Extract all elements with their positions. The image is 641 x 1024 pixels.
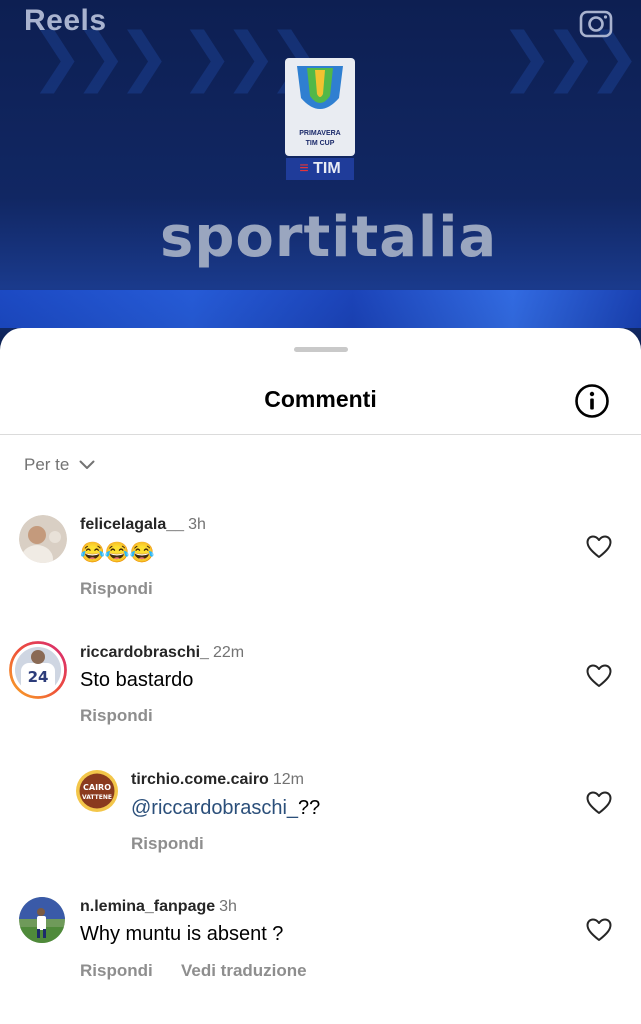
comment-text: @riccardobraschi_??	[131, 797, 320, 820]
comment-header: riccardobraschi_ 22m	[80, 644, 244, 662]
sheet-grabber[interactable]	[294, 347, 348, 352]
heart-icon[interactable]	[586, 791, 612, 815]
sort-dropdown[interactable]: Per te	[24, 453, 95, 477]
comment-time: 3h	[219, 898, 237, 915]
tim-stripes-icon: ≡	[299, 160, 309, 177]
heart-icon[interactable]	[586, 535, 612, 559]
comment-text: Why muntu is absent ?	[80, 923, 284, 945]
comment-time: 12m	[272, 771, 304, 788]
cup-label-timcup: TIM CUP	[305, 140, 335, 147]
avatar[interactable]: 24	[9, 641, 67, 699]
comment-time: 3h	[188, 516, 206, 533]
header-divider	[0, 434, 641, 435]
reply-button[interactable]: Rispondi	[80, 961, 153, 981]
comment-username[interactable]: riccardobraschi_	[80, 644, 209, 661]
sportitalia-logo: sportitalia	[160, 205, 498, 270]
avatar[interactable]	[19, 515, 67, 563]
comment-header: felicelagala__ 3h	[80, 516, 206, 534]
comment-username[interactable]: tirchio.come.cairo	[131, 771, 269, 788]
comment-username[interactable]: n.lemina_fanpage	[80, 898, 215, 915]
tim-logo: ≡ TIM	[286, 158, 354, 180]
avatar-text-cairo: CAIRO	[83, 783, 111, 792]
video-stripe	[0, 290, 641, 328]
heart-icon[interactable]	[586, 664, 612, 688]
info-icon[interactable]	[574, 383, 610, 419]
reply-button[interactable]: Rispondi	[131, 834, 204, 854]
comment-header: tirchio.come.cairo 12m	[131, 771, 304, 789]
cup-label-primavera: PRIMAVERA	[299, 130, 341, 137]
avatar-jersey-number: 24	[28, 668, 49, 686]
comment-username[interactable]: felicelagala__	[80, 516, 184, 533]
chevron-down-icon	[79, 460, 95, 469]
comment-text: Sto bastardo	[80, 669, 194, 691]
avatar-text-vattene: VATTENE	[82, 794, 112, 801]
avatar[interactable]: CAIRO VATTENE	[75, 769, 119, 813]
comment-header: n.lemina_fanpage 3h	[80, 898, 237, 916]
avatar[interactable]	[19, 897, 65, 943]
reel-video[interactable]: ❯❯❯ ❯❯❯ ❯❯❯ Reels PRIMAVERA TIM CUP ≡ TI…	[0, 0, 641, 360]
reply-button[interactable]: Rispondi	[80, 579, 153, 599]
reply-button[interactable]: Rispondi	[80, 706, 153, 726]
camera-icon[interactable]	[578, 4, 614, 40]
comment-time: 22m	[212, 644, 245, 661]
comment-text: 😂😂😂	[80, 542, 155, 564]
see-translation-button[interactable]: Vedi traduzione	[181, 961, 307, 981]
comments-sheet: Commenti Per te felicelagala__ 3h 😂😂😂 Ris…	[0, 328, 641, 1024]
reels-title: Reels	[24, 4, 107, 37]
primavera-cup-logo: PRIMAVERA TIM CUP	[285, 58, 355, 156]
tim-text: TIM	[313, 160, 341, 177]
comment-text-suffix: ??	[298, 797, 321, 819]
mention-link[interactable]: @riccardobraschi_	[131, 797, 298, 819]
heart-icon[interactable]	[586, 918, 612, 942]
sort-label: Per te	[24, 455, 70, 474]
cup-shield-icon	[297, 66, 343, 109]
sheet-title: Commenti	[264, 386, 377, 412]
